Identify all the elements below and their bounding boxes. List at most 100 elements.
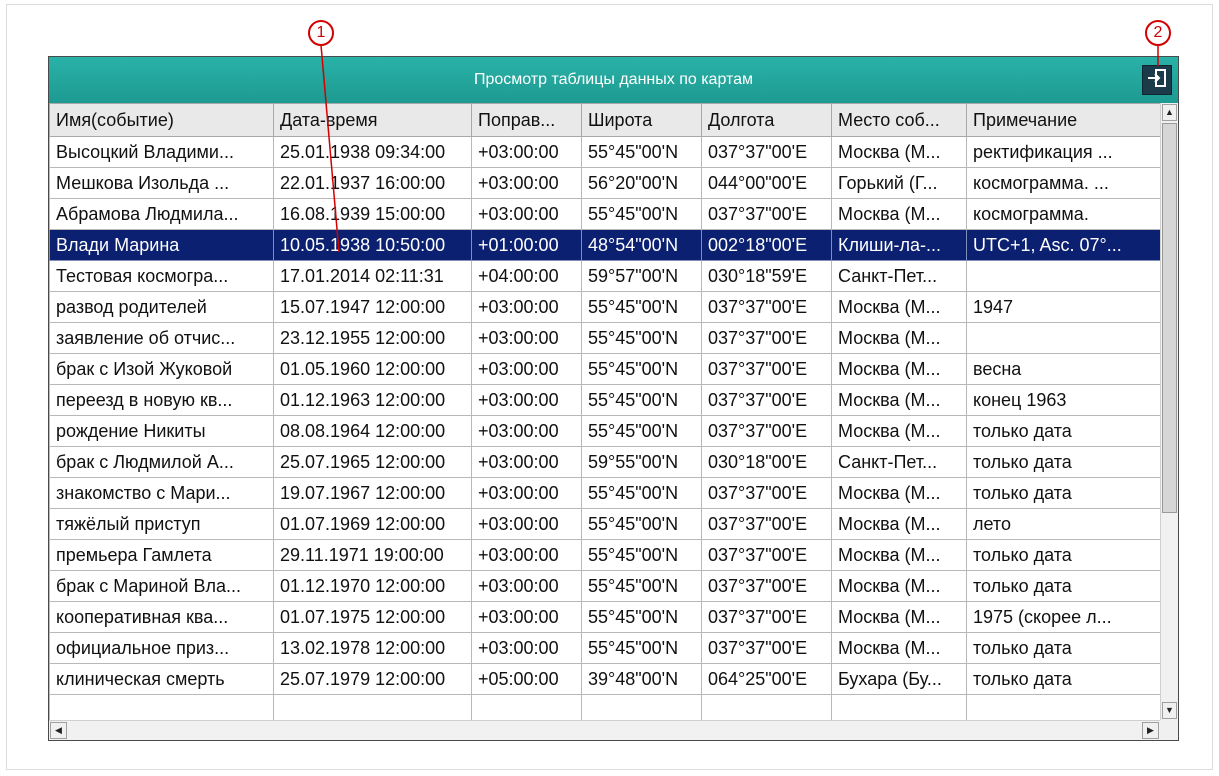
- table-cell: конец 1963: [966, 384, 1160, 416]
- table-cell: 037°37"00'E: [701, 291, 832, 323]
- table-row[interactable]: Тестовая космогра... 17.01.2014 02:11:31 +…: [49, 260, 1160, 292]
- table-row[interactable]: развод родителей 15.07.1947 12:00:00 +03:0…: [49, 291, 1160, 323]
- table-cell: UTC+1, Asc. 07°...: [966, 229, 1160, 261]
- column-header[interactable]: Примечание: [966, 103, 1160, 137]
- exit-button[interactable]: [1142, 65, 1172, 95]
- column-header[interactable]: Имя(событие): [49, 103, 274, 137]
- table-row[interactable]: Влади Марина 10.05.1938 10:50:00 +01:00:00…: [49, 229, 1160, 261]
- table-cell: Санкт-Пет...: [831, 446, 967, 478]
- table-cell: Москва (М...: [831, 291, 967, 323]
- table-cell: Москва (М...: [831, 198, 967, 230]
- table-cell: 23.12.1955 12:00:00: [273, 322, 472, 354]
- table-cell: 29.11.1971 19:00:00: [273, 539, 472, 571]
- table-row[interactable]: переезд в новую кв... 01.12.1963 12:00:00…: [49, 384, 1160, 416]
- table-cell: 48°54"00'N: [581, 229, 702, 261]
- table-cell: [831, 694, 967, 720]
- table-body: Высоцкий Владими... 25.01.1938 09:34:00 +0…: [49, 136, 1160, 720]
- table-cell: Москва (М...: [831, 353, 967, 385]
- scroll-left-arrow-icon[interactable]: ◀: [50, 722, 67, 739]
- table-cell: переезд в новую кв...: [49, 384, 274, 416]
- table-cell: космограмма. ...: [966, 167, 1160, 199]
- table-row[interactable]: Высоцкий Владими... 25.01.1938 09:34:00 +0…: [49, 136, 1160, 168]
- table-cell: [701, 694, 832, 720]
- table-cell: 037°37"00'E: [701, 570, 832, 602]
- table-cell: 037°37"00'E: [701, 477, 832, 509]
- table-cell: +03:00:00: [471, 539, 582, 571]
- table-cell: только дата: [966, 415, 1160, 447]
- table-cell: 55°45"00'N: [581, 198, 702, 230]
- scroll-down-arrow-icon[interactable]: ▼: [1162, 702, 1177, 719]
- table-row[interactable]: Абрамова Людмила... 16.08.1939 15:00:00 +0…: [49, 198, 1160, 230]
- table-cell: Москва (М...: [831, 601, 967, 633]
- table-cell: космограмма.: [966, 198, 1160, 230]
- table-cell: Москва (М...: [831, 477, 967, 509]
- column-header[interactable]: Долгота: [701, 103, 832, 137]
- table-cell: 55°45"00'N: [581, 322, 702, 354]
- table-cell: +03:00:00: [471, 136, 582, 168]
- table-row[interactable]: Мешкова Изольда ... 22.01.1937 16:00:00 +0…: [49, 167, 1160, 199]
- table-cell: 16.08.1939 15:00:00: [273, 198, 472, 230]
- table-row[interactable]: официальное приз... 13.02.1978 12:00:00 +0…: [49, 632, 1160, 664]
- charts-table: Имя(событие) Дата-время Поправ... Широта Дол…: [49, 103, 1160, 720]
- table-cell: 037°37"00'E: [701, 539, 832, 571]
- table-cell: 01.05.1960 12:00:00: [273, 353, 472, 385]
- table-cell: +03:00:00: [471, 632, 582, 664]
- horizontal-scrollbar[interactable]: ◀ ▶: [49, 720, 1160, 740]
- table-cell: 55°45"00'N: [581, 632, 702, 664]
- table-cell: 25.07.1965 12:00:00: [273, 446, 472, 478]
- vertical-scroll-thumb[interactable]: [1162, 123, 1177, 513]
- table-cell: Санкт-Пет...: [831, 260, 967, 292]
- table-cell: рождение Никиты: [49, 415, 274, 447]
- table-row[interactable]: кооперативная ква... 01.07.1975 12:00:00 +…: [49, 601, 1160, 633]
- table-cell: Бухара (Бу...: [831, 663, 967, 695]
- table-cell: 037°37"00'E: [701, 632, 832, 664]
- data-grid[interactable]: Имя(событие) Дата-время Поправ... Широта Дол…: [49, 103, 1160, 720]
- table-cell: только дата: [966, 663, 1160, 695]
- table-cell: [273, 694, 472, 720]
- table-row[interactable]: заявление об отчис... 23.12.1955 12:00:00…: [49, 322, 1160, 354]
- scroll-up-arrow-icon[interactable]: ▲: [1162, 104, 1177, 121]
- table-cell: брак с Изой Жуковой: [49, 353, 274, 385]
- table-cell: официальное приз...: [49, 632, 274, 664]
- scroll-right-arrow-icon[interactable]: ▶: [1142, 722, 1159, 739]
- column-header[interactable]: Дата-время: [273, 103, 472, 137]
- table-cell: +03:00:00: [471, 570, 582, 602]
- column-header[interactable]: Широта: [581, 103, 702, 137]
- callout-marker-1: 1: [308, 20, 334, 46]
- table-cell: Клиши-ла-...: [831, 229, 967, 261]
- table-cell: [966, 694, 1160, 720]
- table-cell: 037°37"00'E: [701, 415, 832, 447]
- table-cell: 59°55"00'N: [581, 446, 702, 478]
- table-cell: Абрамова Людмила...: [49, 198, 274, 230]
- table-cell: 044°00"00'E: [701, 167, 832, 199]
- table-cell: весна: [966, 353, 1160, 385]
- vertical-scrollbar[interactable]: ▲ ▼: [1160, 103, 1178, 720]
- table-row[interactable]: клиническая смерть 25.07.1979 12:00:00 +05…: [49, 663, 1160, 695]
- table-cell: Мешкова Изольда ...: [49, 167, 274, 199]
- table-row[interactable]: [49, 694, 1160, 720]
- table-cell: только дата: [966, 446, 1160, 478]
- table-cell: +03:00:00: [471, 198, 582, 230]
- table-cell: только дата: [966, 570, 1160, 602]
- table-cell: 037°37"00'E: [701, 353, 832, 385]
- window-title: Просмотр таблицы данных по картам: [473, 71, 754, 88]
- table-row[interactable]: брак с Изой Жуковой 01.05.1960 12:00:00 +0…: [49, 353, 1160, 385]
- table-cell: 55°45"00'N: [581, 415, 702, 447]
- table-cell: 39°48"00'N: [581, 663, 702, 695]
- table-row[interactable]: знакомство с Мари... 19.07.1967 12:00:00 +…: [49, 477, 1160, 509]
- column-header[interactable]: Место соб...: [831, 103, 967, 137]
- table-cell: [581, 694, 702, 720]
- table-cell: 56°20"00'N: [581, 167, 702, 199]
- table-cell: Влади Марина: [49, 229, 274, 261]
- column-header[interactable]: Поправ...: [471, 103, 582, 137]
- table-cell: Высоцкий Владими...: [49, 136, 274, 168]
- table-row[interactable]: тяжёлый приступ 01.07.1969 12:00:00 +03:00…: [49, 508, 1160, 540]
- table-row[interactable]: брак с Мариной Вла... 01.12.1970 12:00:00…: [49, 570, 1160, 602]
- table-cell: [966, 260, 1160, 292]
- table-header-row: Имя(событие) Дата-время Поправ... Широта Дол…: [49, 103, 1160, 137]
- table-row[interactable]: премьера Гамлета 29.11.1971 19:00:00 +03:0…: [49, 539, 1160, 571]
- table-cell: 25.07.1979 12:00:00: [273, 663, 472, 695]
- table-row[interactable]: рождение Никиты 08.08.1964 12:00:00 +03:00…: [49, 415, 1160, 447]
- table-row[interactable]: брак с Людмилой А... 25.07.1965 12:00:00 +…: [49, 446, 1160, 478]
- table-cell: 1975 (скорее л...: [966, 601, 1160, 633]
